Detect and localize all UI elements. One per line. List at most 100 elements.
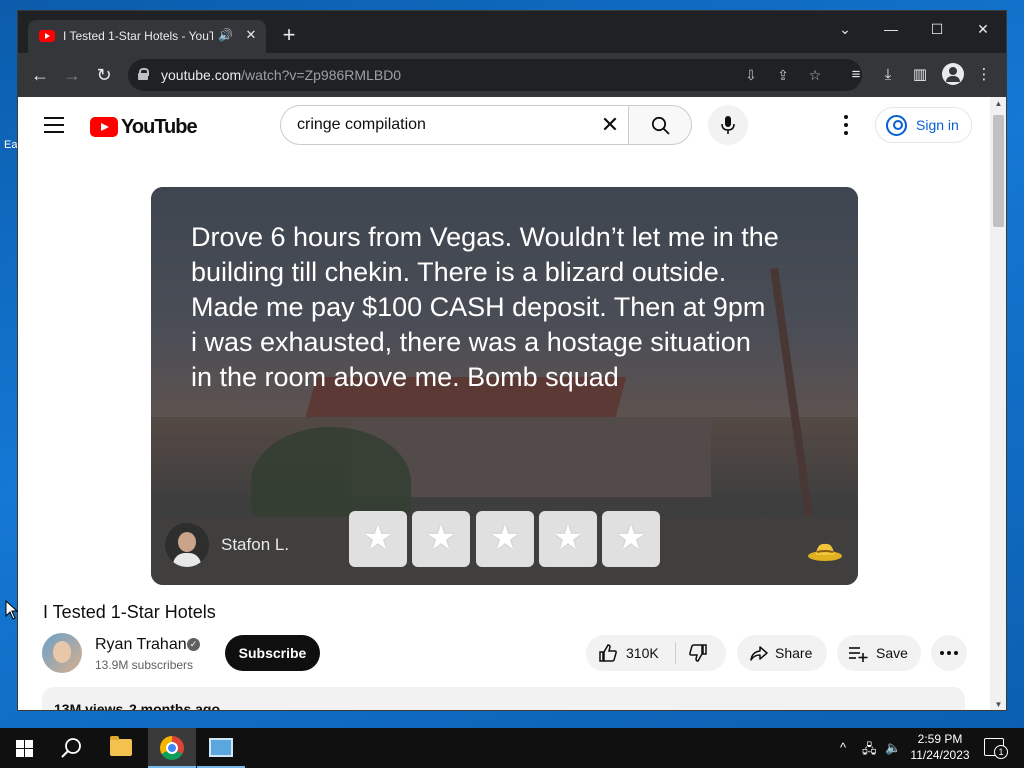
view-count: 13M views: [54, 701, 124, 711]
close-window-button[interactable]: ✕: [960, 15, 1006, 43]
forward-arrow-icon[interactable]: →: [60, 63, 84, 87]
desktop-icon-label[interactable]: Ea: [4, 138, 18, 152]
sign-in-button[interactable]: Sign in: [875, 107, 972, 143]
browser-tab[interactable]: I Tested 1-Star Hotels - YouTube 🔊 ✕: [28, 20, 266, 53]
upload-age: 2 months ago: [129, 701, 221, 711]
subscriber-count: 13.9M subscribers: [95, 658, 194, 672]
url-text[interactable]: youtube.com/watch?v=Zp986RMLBD0: [161, 67, 401, 83]
star-icon: ★: [476, 511, 534, 567]
bookmark-star-icon[interactable]: ☆: [806, 66, 824, 84]
save-button[interactable]: Save: [837, 635, 921, 671]
caption-line: Made me pay $100 CASH deposit. Then at 9…: [191, 292, 766, 322]
downloads-icon[interactable]: ⤓: [878, 65, 898, 85]
tab-search-chevron-icon[interactable]: ⌄: [822, 15, 868, 43]
clock-time: 2:59 PM: [917, 732, 963, 746]
taskbar-search-button[interactable]: [48, 728, 96, 768]
subscribe-button[interactable]: Subscribe: [225, 635, 320, 671]
network-icon[interactable]: 🖧: [862, 740, 877, 762]
share-button[interactable]: Share: [737, 635, 827, 671]
more-options-icon[interactable]: [836, 113, 856, 137]
folder-icon: [110, 736, 132, 756]
like-dislike-group: 310K: [586, 635, 726, 671]
star-icon: ★: [539, 511, 597, 567]
notification-center-icon[interactable]: 1: [984, 738, 1008, 759]
url-host: youtube.com: [161, 67, 242, 83]
side-panel-icon[interactable]: ▥: [910, 65, 930, 85]
install-app-icon[interactable]: ⇩: [742, 66, 760, 84]
sign-in-label: Sign in: [916, 117, 959, 133]
search-button[interactable]: [628, 105, 692, 145]
media-controls-icon[interactable]: ≡: [846, 65, 866, 85]
star-icon: ★: [602, 511, 660, 567]
close-tab-icon[interactable]: ✕: [242, 26, 260, 44]
minimize-button[interactable]: —: [868, 15, 914, 43]
chrome-icon: [160, 736, 184, 760]
account-icon: [886, 115, 907, 136]
scrollbar-thumb[interactable]: [993, 115, 1004, 227]
channel-name[interactable]: Ryan Trahan: [95, 636, 187, 654]
thumbs-down-icon[interactable]: [688, 643, 708, 663]
caption-line: in the room above me. Bomb squad: [191, 362, 619, 392]
review-caption: Drove 6 hours from Vegas. Wouldn’t let m…: [191, 220, 851, 395]
speaker-icon[interactable]: 🔊: [218, 28, 233, 42]
browser-window: I Tested 1-Star Hotels - YouTube 🔊 ✕ + ⌄…: [17, 10, 1007, 711]
address-bar[interactable]: youtube.com/watch?v=Zp986RMLBD0 ⇩ ⇪ ☆: [128, 59, 862, 91]
search-input[interactable]: cringe compilation ✕: [280, 105, 629, 145]
thumbs-up-icon[interactable]: [598, 643, 618, 663]
windows-logo-icon: [16, 740, 33, 757]
caption-line: i was exhausted, there was a hostage sit…: [191, 327, 751, 357]
file-explorer-button[interactable]: [98, 728, 146, 768]
caption-line: Drove 6 hours from Vegas. Wouldn’t let m…: [191, 222, 779, 252]
verified-check-icon: ✓: [187, 638, 200, 651]
youtube-logo-text: YouTube: [121, 116, 198, 138]
chrome-menu-icon[interactable]: ⋮: [974, 65, 994, 85]
taskbar: ^ 🖧 🔈 2:59 PM 11/24/2023 1: [0, 728, 1024, 768]
control-panel-icon: [209, 738, 233, 757]
like-separator: [675, 642, 676, 664]
new-tab-button[interactable]: +: [278, 24, 300, 47]
mouse-cursor-icon: [5, 600, 19, 620]
title-bar: I Tested 1-Star Hotels - YouTube 🔊 ✕ + ⌄…: [18, 11, 1006, 53]
star-icon: ★: [412, 511, 470, 567]
voice-search-button[interactable]: [708, 105, 748, 145]
scroll-up-icon[interactable]: ▲: [990, 97, 1006, 111]
system-clock[interactable]: 2:59 PM 11/24/2023: [906, 731, 974, 763]
save-label: Save: [876, 645, 908, 661]
chrome-taskbar-button[interactable]: [148, 728, 196, 768]
microphone-icon: [721, 116, 735, 134]
volume-muted-icon[interactable]: 🔈: [885, 740, 901, 756]
app-taskbar-button[interactable]: [197, 728, 245, 768]
star-rating: ★ ★ ★ ★ ★: [349, 511, 663, 569]
search-icon: [61, 738, 81, 758]
clear-search-icon[interactable]: ✕: [599, 114, 621, 136]
channel-avatar[interactable]: [42, 633, 82, 673]
share-page-icon[interactable]: ⇪: [774, 66, 792, 84]
reviewer-avatar: [165, 523, 209, 567]
youtube-logo[interactable]: YouTube: [90, 115, 198, 139]
video-player[interactable]: Drove 6 hours from Vegas. Wouldn’t let m…: [151, 187, 858, 585]
start-button[interactable]: [0, 728, 48, 768]
reload-icon[interactable]: ↻: [92, 63, 116, 87]
more-actions-button[interactable]: [931, 635, 967, 671]
youtube-page: YouTube cringe compilation ✕ Sign in Dro…: [18, 97, 990, 711]
cowboy-hat-icon: [808, 543, 842, 561]
show-hidden-icons-chevron-icon[interactable]: ^: [840, 740, 846, 755]
url-path: /watch?v=Zp986RMLBD0: [241, 67, 402, 83]
youtube-play-icon: [90, 117, 118, 137]
profile-avatar-icon[interactable]: [942, 63, 964, 85]
hamburger-menu-icon[interactable]: [44, 117, 64, 133]
description-box[interactable]: 13M views 2 months ago: [42, 687, 965, 711]
browser-toolbar: ← → ↻ youtube.com/watch?v=Zp986RMLBD0 ⇩ …: [18, 53, 1006, 97]
lock-icon[interactable]: [138, 68, 149, 80]
back-arrow-icon[interactable]: ←: [28, 63, 52, 87]
like-count[interactable]: 310K: [626, 645, 659, 661]
page-scrollbar[interactable]: ▲ ▼: [990, 97, 1006, 710]
share-arrow-icon: [750, 646, 768, 661]
scroll-down-icon[interactable]: ▼: [990, 698, 1006, 710]
maximize-button[interactable]: ☐: [914, 15, 960, 43]
add-to-playlist-icon: [849, 647, 868, 662]
video-title: I Tested 1-Star Hotels: [43, 602, 216, 622]
search-icon: [651, 116, 670, 135]
search-query-text: cringe compilation: [297, 116, 426, 133]
reviewer-name: Stafon L.: [221, 535, 290, 554]
